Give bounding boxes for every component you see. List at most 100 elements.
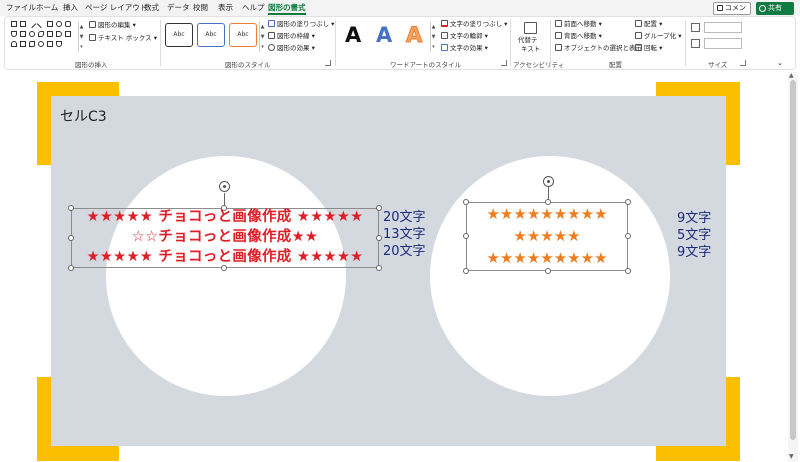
tab-page-layout[interactable]: ページ レイアウト [85, 2, 147, 15]
size-launcher-icon[interactable] [740, 60, 746, 66]
bring-forward-button[interactable]: 前面へ移動 ▾ [555, 20, 602, 29]
scrollbar-thumb[interactable] [790, 80, 796, 440]
resize-handle[interactable] [545, 268, 551, 274]
shape-width-input[interactable] [704, 38, 742, 49]
shape-fill-button[interactable]: 図形の塗りつぶし ▾ [268, 20, 334, 29]
edit-shape-button[interactable]: 図形の編集 ▾ [89, 21, 136, 30]
tab-data[interactable]: データ [167, 2, 190, 15]
resize-handle[interactable] [625, 268, 631, 274]
alt-text-button[interactable]: 代替テ キスト [514, 21, 548, 55]
shape-style-3[interactable]: Abc [229, 23, 257, 47]
left-count-2: 13文字 [383, 227, 426, 242]
left-text-line-3: ★★★★★ チョコっと画像作成 ★★★★★ [86, 249, 364, 265]
right-circle-shape[interactable] [430, 156, 670, 396]
rotate-button[interactable]: 回転 ▾ [635, 44, 662, 53]
text-fill-button[interactable]: 文字の塗りつぶし ▾ [441, 20, 507, 29]
rotate-handle-icon[interactable] [219, 181, 230, 192]
wordart-launcher-icon[interactable] [501, 60, 507, 66]
left-text-line-2: ☆☆チョコっと画像作成★★ [131, 229, 319, 245]
right-count-2: 5文字 [677, 228, 712, 243]
group-label-size: サイズ [708, 61, 728, 69]
tab-formulas[interactable]: 数式 [144, 2, 159, 15]
wordart-gallery-scroll[interactable]: ▲ ▼ ▾ [430, 22, 436, 52]
rectangle-shape-icon[interactable] [47, 21, 53, 27]
cell-reference-label: セルC3 [60, 109, 107, 125]
ribbon-separator [335, 20, 336, 66]
rect-text-shape-icon[interactable] [20, 21, 26, 27]
left-circle-shape[interactable] [106, 156, 346, 396]
shape-style-gallery-scroll[interactable]: ▲ ▼ ▾ [259, 22, 265, 52]
align-icon [635, 20, 642, 27]
shape-effects-button[interactable]: 図形の効果 ▾ [268, 44, 315, 53]
ribbon-separator [510, 20, 511, 66]
bracket-shape-icon[interactable] [29, 31, 35, 37]
corner-bracket [37, 377, 51, 461]
shape-outline-button[interactable]: 図形の枠線 ▾ [268, 32, 315, 41]
share-button[interactable]: 共有 [756, 2, 794, 15]
flowchart-shape-icon[interactable] [56, 41, 62, 47]
share-label: 共有 [768, 4, 782, 12]
collapse-ribbon-chevron-icon[interactable]: ⌄ [777, 59, 783, 68]
corner-bracket [656, 446, 726, 461]
shape-height-input[interactable] [704, 22, 742, 33]
brace-shape-icon[interactable] [38, 41, 44, 47]
wordart-style-blue[interactable]: A [376, 21, 392, 49]
tab-home[interactable]: ホーム [36, 2, 58, 15]
freeform-shape-icon[interactable] [20, 41, 26, 47]
arc-shape-icon[interactable] [38, 31, 44, 37]
tab-review[interactable]: 校閲 [193, 2, 208, 15]
shape-gallery-scroll[interactable]: ▲ ▼ ▾ [78, 22, 84, 52]
shape-styles-launcher-icon[interactable] [325, 60, 331, 66]
comment-icon [717, 5, 723, 11]
tab-file[interactable]: ファイル [6, 2, 36, 15]
text-box-icon [89, 34, 96, 41]
effects-icon [268, 44, 275, 51]
resize-handle[interactable] [463, 268, 469, 274]
comment-button[interactable]: コメント [713, 2, 751, 23]
vertical-scrollbar[interactable]: ▲ ▼ [788, 72, 798, 462]
arrow-shape-icon[interactable] [36, 19, 46, 29]
connector-shape-icon[interactable] [20, 31, 26, 37]
line-shape-icon[interactable] [27, 19, 37, 29]
left-count-1: 20文字 [383, 210, 426, 225]
wordart-style-orange[interactable]: A [405, 21, 422, 49]
selection-pane-button[interactable]: オブジェクトの選択と表示 [555, 44, 642, 53]
corner-bracket [726, 377, 740, 461]
send-backward-button[interactable]: 背面へ移動 ▾ [555, 32, 602, 41]
height-icon [691, 23, 700, 32]
text-effects-button[interactable]: 文字の効果 ▾ [441, 44, 488, 53]
scroll-down-icon[interactable]: ▼ [789, 453, 794, 460]
tab-shape-format[interactable]: 図形の書式 [268, 2, 306, 15]
paint-bucket-icon [268, 20, 275, 27]
tab-view[interactable]: 表示 [218, 2, 233, 15]
oval-shape-icon[interactable] [56, 21, 62, 27]
rotate-handle-icon[interactable] [543, 176, 554, 187]
callout-shape-icon[interactable] [47, 41, 53, 47]
triangle-shape-icon[interactable] [11, 31, 17, 37]
ribbon-separator [685, 20, 686, 66]
ribbon: ▲ ▼ ▾ 図形の編集 ▾ テキスト ボックス ▾ 図形の挿入 Abc Abc Ab… [4, 16, 796, 70]
left-count-3: 20文字 [383, 244, 426, 259]
text-effects-icon [441, 44, 448, 51]
align-button[interactable]: 配置 ▾ [635, 20, 662, 29]
width-icon [691, 39, 700, 48]
alt-text-label-2: キスト [521, 45, 541, 53]
scroll-up-icon[interactable]: ▲ [789, 72, 794, 79]
shape-gallery[interactable] [11, 19, 77, 51]
shape-style-1[interactable]: Abc [165, 23, 193, 47]
pentagon-shape-icon[interactable] [47, 31, 53, 37]
curve-shape-icon[interactable] [11, 41, 17, 47]
tab-insert[interactable]: 挿入 [63, 2, 78, 15]
scribble-shape-icon[interactable] [29, 41, 35, 47]
wordart-style-black[interactable]: A [345, 21, 361, 49]
rounded-rect-shape-icon[interactable] [65, 21, 71, 27]
star-shape-icon[interactable] [65, 31, 71, 37]
group-button[interactable]: グループ化 ▾ [635, 32, 681, 41]
text-outline-button[interactable]: 文字の輪郭 ▾ [441, 32, 488, 41]
shape-style-2[interactable]: Abc [197, 23, 225, 47]
chevron-shape-icon[interactable] [56, 31, 62, 37]
tab-help[interactable]: ヘルプ [242, 2, 265, 15]
share-icon [759, 5, 766, 12]
text-box-button[interactable]: テキスト ボックス ▾ [89, 34, 157, 43]
text-box-shape-icon[interactable] [11, 21, 17, 27]
